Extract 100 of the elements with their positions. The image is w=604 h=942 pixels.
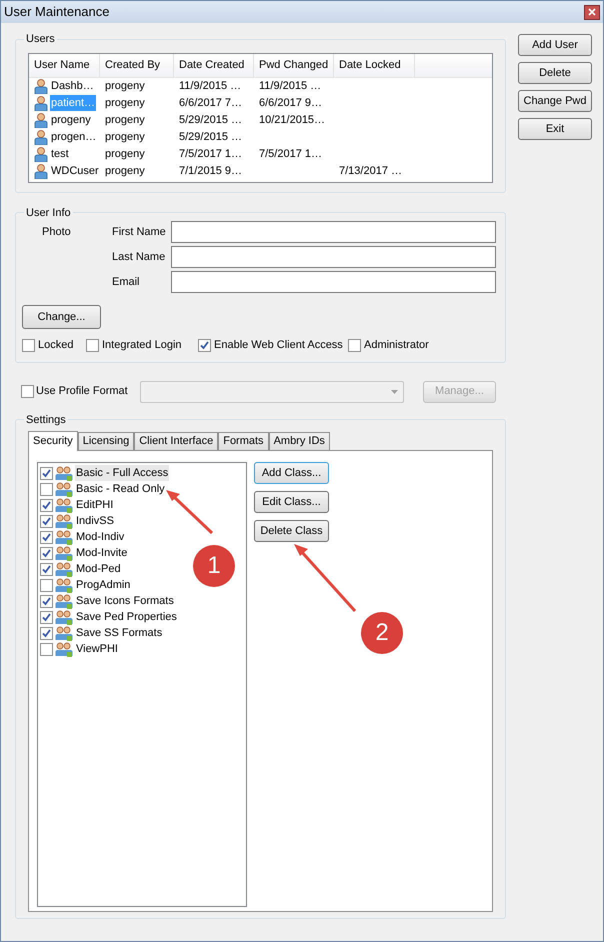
column-header[interactable]: Pwd Changed <box>254 54 334 76</box>
class-button[interactable]: Add Class... <box>254 462 329 484</box>
tab[interactable]: Security <box>28 431 78 451</box>
text-field[interactable] <box>171 271 496 293</box>
checkbox[interactable] <box>40 498 53 512</box>
user-group-icon <box>55 610 73 624</box>
checkbox[interactable] <box>40 642 53 656</box>
user-icon <box>34 146 48 162</box>
tab[interactable]: Ambry IDs <box>268 432 330 450</box>
field-label: Email <box>112 274 141 290</box>
checkbox[interactable] <box>40 626 53 640</box>
table-cell-text: 5/29/2015 … <box>179 112 242 128</box>
dropdown-arrow-icon <box>391 390 398 394</box>
checkbox[interactable] <box>40 514 53 528</box>
table-cell-text: progeny <box>105 146 145 162</box>
list-item[interactable]: Mod-Indiv <box>75 528 126 546</box>
tab[interactable]: Formats <box>218 432 269 450</box>
table-cell-text: progeny <box>105 112 145 128</box>
user-group-icon <box>55 498 73 512</box>
checkbox-label: Locked <box>38 338 74 353</box>
table-cell-text: Dashb… <box>50 78 95 94</box>
checkbox[interactable] <box>40 610 53 624</box>
table-cell-text: 7/13/2017 … <box>339 164 402 179</box>
column-header[interactable]: User Name <box>29 54 100 76</box>
table-cell-text: 6/6/2017 9… <box>259 96 322 111</box>
checkbox[interactable] <box>40 530 53 544</box>
list-item[interactable]: Save Icons Formats <box>75 592 175 610</box>
window-title: User Maintenance <box>4 3 110 22</box>
field-label: First Name <box>112 224 167 240</box>
user-icon <box>34 78 48 94</box>
checkbox-label: Administrator <box>364 338 429 353</box>
list-item[interactable]: IndivSS <box>75 512 115 530</box>
list-item[interactable]: Save Ped Properties <box>75 608 178 626</box>
checkbox[interactable] <box>21 385 34 398</box>
table-cell-text: 7/5/2017 1… <box>259 146 322 162</box>
list-item[interactable]: ViewPHI <box>75 640 119 658</box>
group-label: Users <box>25 32 56 47</box>
side-button[interactable]: Exit <box>518 118 592 140</box>
column-header[interactable]: Date Locked <box>334 54 415 76</box>
table-cell-text: WDCuser <box>50 164 100 179</box>
table-cell-text: progeny <box>105 164 145 179</box>
table-cell-text: 6/6/2017 7… <box>179 96 242 111</box>
text-field[interactable] <box>171 221 496 243</box>
tab[interactable]: Client Interface <box>134 432 218 450</box>
column-header[interactable]: Created By <box>100 54 174 76</box>
table-cell-text: 7/5/2017 1… <box>179 146 242 162</box>
checkbox[interactable] <box>40 482 53 496</box>
checkbox[interactable] <box>40 562 53 576</box>
table-cell-text: 11/9/2015 … <box>259 78 322 94</box>
list-item[interactable]: Mod-Ped <box>75 560 122 578</box>
list-item[interactable]: Mod-Invite <box>75 544 128 562</box>
checkbox-label: Integrated Login <box>102 338 182 353</box>
checkbox[interactable] <box>40 546 53 560</box>
list-item[interactable]: EditPHI <box>75 496 114 514</box>
list-item[interactable]: Basic - Read Only <box>75 480 166 498</box>
table-cell-text: 11/9/2015 … <box>179 78 242 94</box>
column-header[interactable]: Date Created <box>174 54 254 76</box>
table-cell-text: progeny <box>105 96 145 111</box>
text-field[interactable] <box>171 246 496 268</box>
field-label: Last Name <box>112 250 166 265</box>
close-icon <box>588 8 596 16</box>
change-photo-button[interactable]: Change... <box>22 305 101 329</box>
close-button[interactable] <box>584 4 600 20</box>
side-button[interactable]: Add User <box>518 34 592 56</box>
user-icon <box>34 130 48 144</box>
list-item[interactable]: Save SS Formats <box>75 624 164 642</box>
user-icon <box>34 112 48 128</box>
user-group-icon <box>55 466 73 480</box>
class-button[interactable]: Delete Class <box>254 520 329 542</box>
checkbox[interactable] <box>348 338 361 352</box>
checkbox[interactable] <box>86 338 99 352</box>
checkbox-label: Use Profile Format <box>36 384 129 400</box>
table-cell-text: progeny <box>105 78 145 94</box>
table-cell-text: progen… <box>50 130 98 145</box>
checkbox[interactable] <box>40 466 53 480</box>
table-cell-text: progeny <box>50 112 92 128</box>
side-button[interactable]: Delete <box>518 62 592 84</box>
list-item[interactable]: ProgAdmin <box>75 576 132 594</box>
table-cell: patient… <box>50 94 96 112</box>
group-label: User Info <box>25 206 72 220</box>
side-button[interactable]: Change Pwd <box>518 90 592 112</box>
user-icon <box>34 96 48 110</box>
user-icon <box>34 164 48 178</box>
photo-label: Photo <box>41 225 72 240</box>
user-group-icon <box>55 482 73 496</box>
user-group-icon <box>55 514 73 528</box>
checkbox[interactable] <box>198 338 211 352</box>
user-group-icon <box>55 626 73 640</box>
tab[interactable]: Licensing <box>78 432 134 450</box>
user-group-icon <box>55 546 73 560</box>
user-group-icon <box>55 578 73 592</box>
callout-arrow <box>164 488 216 536</box>
table-cell-text: progeny <box>105 130 145 145</box>
checkbox[interactable] <box>40 578 53 592</box>
class-button[interactable]: Edit Class... <box>254 491 329 513</box>
table-cell-text: 10/21/2015… <box>259 112 326 128</box>
checkbox[interactable] <box>22 338 35 352</box>
user-group-icon <box>55 530 73 544</box>
checkbox[interactable] <box>40 594 53 608</box>
list-item[interactable]: Basic - Full Access <box>75 464 170 482</box>
